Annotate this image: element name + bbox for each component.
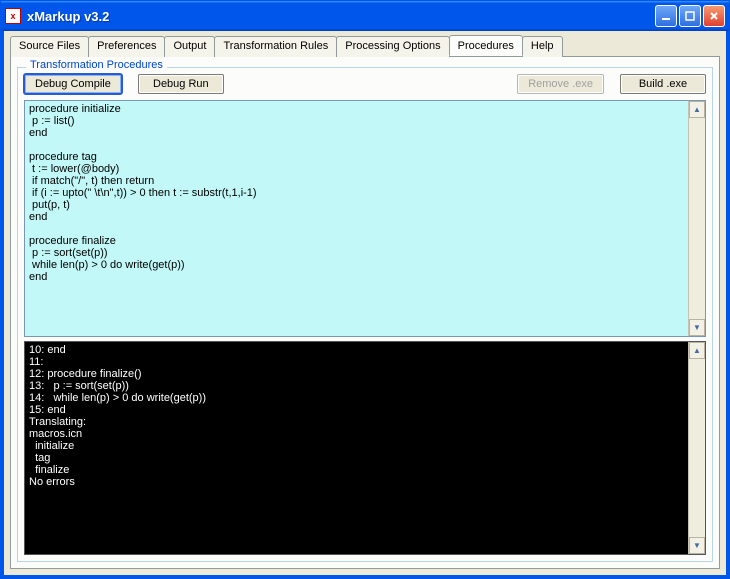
remove-exe-button: Remove .exe xyxy=(517,74,604,94)
build-exe-button[interactable]: Build .exe xyxy=(620,74,706,94)
group-legend: Transformation Procedures xyxy=(26,59,167,71)
scroll-down-icon[interactable]: ▼ xyxy=(689,319,705,336)
button-row: Debug Compile Debug Run Remove .exe Buil… xyxy=(24,74,706,94)
tab-preferences[interactable]: Preferences xyxy=(88,36,165,57)
scroll-up-icon[interactable]: ▲ xyxy=(689,342,705,359)
tab-output[interactable]: Output xyxy=(164,36,215,57)
app-icon: x xyxy=(5,8,21,24)
title-bar[interactable]: x xMarkup v3.2 xyxy=(1,1,729,31)
console-scrollbar[interactable]: ▲ ▼ xyxy=(688,342,705,554)
code-content[interactable]: procedure initialize p := list() end pro… xyxy=(25,101,688,336)
output-console[interactable]: 10: end 11: 12: procedure finalize() 13:… xyxy=(24,341,706,555)
code-scrollbar[interactable]: ▲ ▼ xyxy=(688,101,705,336)
tab-procedures[interactable]: Procedures xyxy=(449,35,523,56)
maximize-button[interactable] xyxy=(679,5,701,27)
scroll-track[interactable] xyxy=(689,359,705,537)
tab-help[interactable]: Help xyxy=(522,36,563,57)
close-button[interactable] xyxy=(703,5,725,27)
tab-transformation-rules[interactable]: Transformation Rules xyxy=(214,36,337,57)
app-window: x xMarkup v3.2 Source Files Preferences … xyxy=(0,0,730,579)
editor-panes: procedure initialize p := list() end pro… xyxy=(24,100,706,555)
procedures-group: Transformation Procedures Debug Compile … xyxy=(17,67,713,562)
minimize-button[interactable] xyxy=(655,5,677,27)
scroll-down-icon[interactable]: ▼ xyxy=(689,537,705,554)
tab-panel: Transformation Procedures Debug Compile … xyxy=(10,56,720,569)
tab-source-files[interactable]: Source Files xyxy=(10,36,89,57)
scroll-up-icon[interactable]: ▲ xyxy=(689,101,705,118)
window-title: xMarkup v3.2 xyxy=(25,9,651,24)
debug-run-button[interactable]: Debug Run xyxy=(138,74,224,94)
client-area: Source Files Preferences Output Transfor… xyxy=(1,31,729,578)
code-editor[interactable]: procedure initialize p := list() end pro… xyxy=(24,100,706,337)
console-content: 10: end 11: 12: procedure finalize() 13:… xyxy=(25,342,688,554)
window-controls xyxy=(651,1,729,31)
tab-strip: Source Files Preferences Output Transfor… xyxy=(4,31,726,56)
tab-processing-options[interactable]: Processing Options xyxy=(336,36,449,57)
scroll-track[interactable] xyxy=(689,118,705,319)
debug-compile-button[interactable]: Debug Compile xyxy=(24,74,122,94)
